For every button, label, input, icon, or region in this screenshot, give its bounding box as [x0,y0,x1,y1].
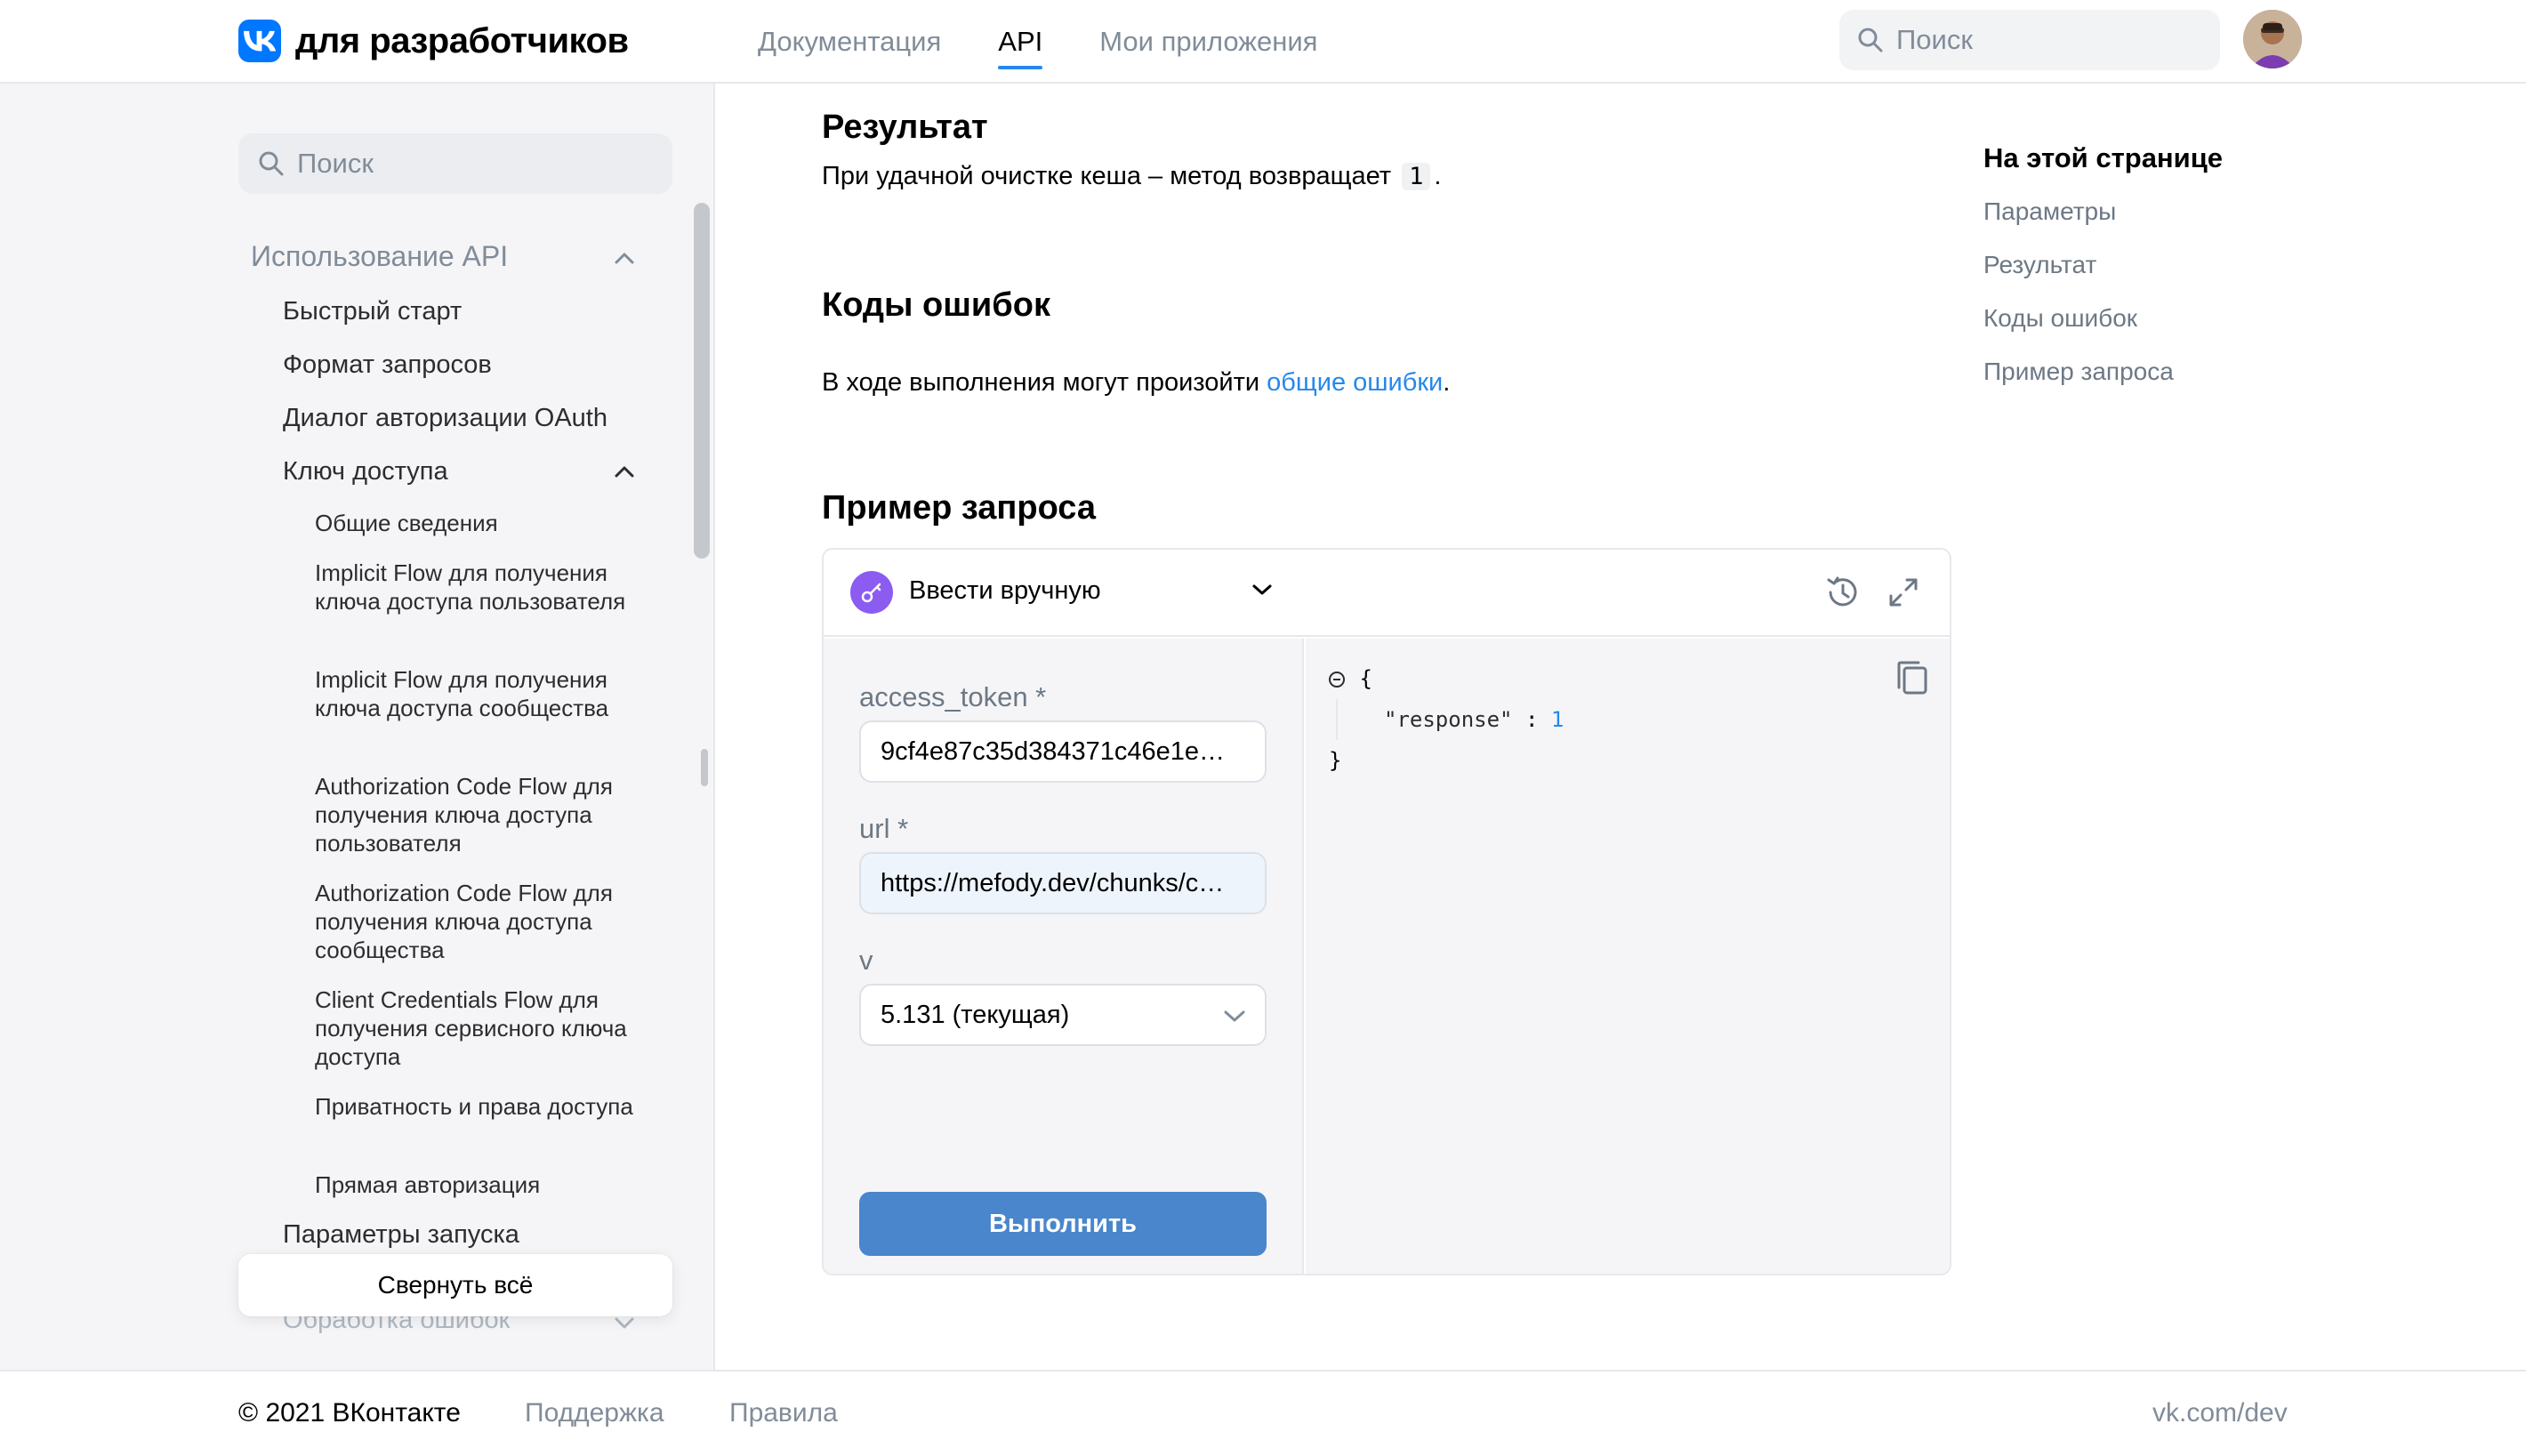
expand-icon[interactable] [1886,575,1921,610]
common-errors-link[interactable]: общие ошибки [1267,368,1443,397]
access-token-label: access_token * [859,681,1047,712]
sidebar-item-api-usage[interactable]: Использование API [251,240,508,273]
sidebar-search-input[interactable]: Поиск [238,133,672,194]
sidebar-item-implicit-group[interactable]: Implicit Flow для получения ключа доступ… [315,665,644,722]
sidebar-search-placeholder: Поиск [297,148,374,179]
auth-method-select[interactable]: Ввести вручную [909,576,1101,606]
collapse-json-icon[interactable] [1327,670,1347,689]
footer-site-link[interactable]: vk.com/dev [2152,1398,2288,1428]
json-close-brace: } [1329,748,1342,773]
user-avatar[interactable] [2243,10,2302,68]
toc-item-params[interactable]: Параметры [1983,197,2116,226]
errors-paragraph: В ходе выполнения могут произойти общие … [822,368,1450,398]
url-label: url * [859,813,909,844]
json-key: "response" [1384,707,1513,732]
copy-icon[interactable] [1893,658,1932,697]
sidebar: Поиск Использование API Быстрый старт Фо… [0,84,715,1370]
version-select[interactable]: 5.131 (текущая) [859,984,1267,1046]
top-header: для разработчиков Документация API Мои п… [0,0,2526,84]
footer: © 2021 ВКонтакте Поддержка Правила vk.co… [0,1370,2526,1456]
result-text-end: . [1434,162,1442,190]
sidebar-item-privacy[interactable]: Приватность и права доступа [315,1092,644,1121]
toc-item-result[interactable]: Результат [1983,251,2096,279]
params-panel: access_token * 9cf4e87c35d384371c46e1e… … [824,639,1304,1274]
url-value: https://mefody.dev/chunks/c… [881,868,1225,897]
toc-title: На этой странице [1983,142,2224,173]
request-console: Ввести вручную access_token * 9cf4e87c35… [822,548,1951,1275]
chevron-down-icon[interactable] [614,1316,635,1331]
json-value: 1 [1550,707,1565,732]
example-heading: Пример запроса [822,489,1097,527]
collapse-all-button[interactable]: Свернуть всё [238,1254,672,1316]
run-button[interactable]: Выполнить [859,1192,1267,1256]
sidebar-item-general-info[interactable]: Общие сведения [315,509,644,537]
vk-dev-logo[interactable]: для разработчиков [238,20,629,62]
response-panel: { "response" : 1 } [1306,639,1950,1274]
toc-item-example[interactable]: Пример запроса [1983,358,2174,386]
json-colon: : [1524,707,1539,732]
sidebar-item-access-key[interactable]: Ключ доступа [283,457,448,487]
errors-text-end: . [1443,368,1451,397]
version-value: 5.131 (текущая) [881,1000,1070,1029]
key-icon [850,571,893,614]
sidebar-item-oauth-dialog[interactable]: Диалог авторизации OAuth [283,404,607,433]
chevron-up-icon[interactable] [614,251,635,265]
result-text: При удачной очистке кеша – метод возвращ… [822,162,1392,190]
sidebar-item-authcode-group[interactable]: Authorization Code Flow для получения кл… [315,879,644,964]
vk-logo-icon [238,20,281,62]
version-label: v [859,945,873,976]
errors-text: В ходе выполнения могут произойти [822,368,1260,397]
chevron-down-icon[interactable] [1251,582,1274,598]
footer-copyright: © 2021 ВКонтакте [238,1398,461,1428]
footer-support-link[interactable]: Поддержка [525,1398,664,1428]
toc-item-errors[interactable]: Коды ошибок [1983,304,2137,333]
sidebar-item-launch-params[interactable]: Параметры запуска [283,1220,519,1250]
nav-api[interactable]: API [998,0,1042,84]
sidebar-item-direct-auth[interactable]: Прямая авторизация [315,1170,644,1199]
page-toc: На этой странице Параметры Результат Код… [1983,142,2224,385]
result-value-code: 1 [1402,163,1431,190]
result-heading: Результат [822,109,988,146]
history-icon[interactable] [1823,573,1862,612]
logo-text: для разработчиков [295,20,629,60]
errors-heading: Коды ошибок [822,286,1050,324]
chevron-up-icon[interactable] [614,464,635,479]
console-toolbar: Ввести вручную [824,550,1950,637]
nav-docs[interactable]: Документация [758,0,941,84]
response-json: { "response" : 1 } [1327,658,1564,781]
sidebar-item-implicit-user[interactable]: Implicit Flow для получения ключа доступ… [315,559,644,615]
sidebar-item-client-credentials[interactable]: Client Credentials Flow для получения се… [315,985,644,1071]
sidebar-scrollbar[interactable] [694,203,710,559]
sidebar-item-authcode-user[interactable]: Authorization Code Flow для получения кл… [315,772,644,857]
search-icon [1858,28,1883,52]
sidebar-item-quick-start[interactable]: Быстрый старт [283,297,462,326]
nav-my-apps[interactable]: Мои приложения [1099,0,1317,84]
json-open-brace: { [1359,666,1372,691]
chevron-down-icon [1224,1010,1245,1022]
search-icon [259,151,284,176]
result-paragraph: При удачной очистке кеша – метод возвращ… [822,162,1441,191]
access-token-value: 9cf4e87c35d384371c46e1e… [881,736,1225,766]
header-search-input[interactable]: Поиск [1839,10,2220,70]
search-placeholder: Поиск [1896,24,1973,55]
url-field[interactable]: https://mefody.dev/chunks/c… [859,852,1267,914]
top-nav: Документация API Мои приложения [758,0,1374,84]
access-token-field[interactable]: 9cf4e87c35d384371c46e1e… [859,720,1267,783]
footer-rules-link[interactable]: Правила [729,1398,838,1428]
sidebar-item-request-format[interactable]: Формат запросов [283,350,492,380]
sidebar-resize-handle[interactable] [701,749,708,786]
